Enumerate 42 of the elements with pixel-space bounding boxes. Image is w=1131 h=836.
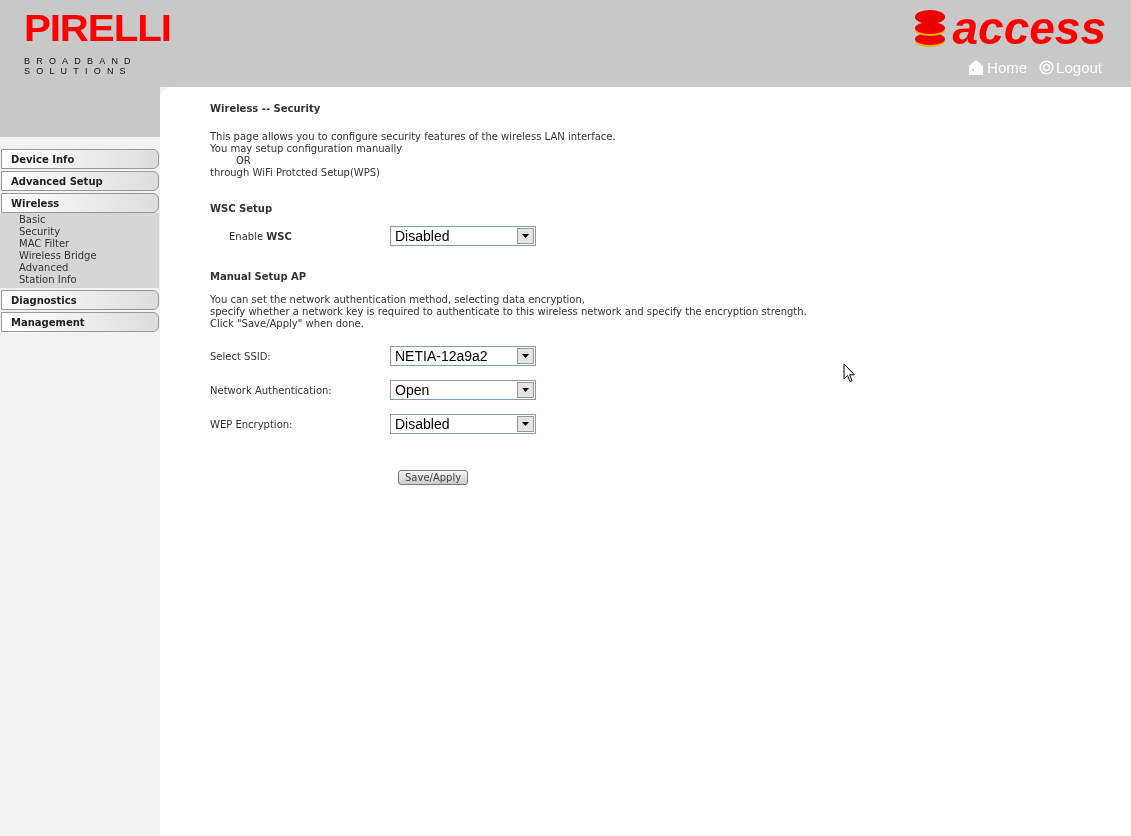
submenu-link[interactable]: MAC Filter bbox=[0, 238, 159, 250]
dropdown-field[interactable]: NETIA-12a9a2 bbox=[390, 346, 536, 366]
section-description: specify whether a network key is required to authenticate to this wireless network and specify the encryption strength. bbox=[210, 306, 808, 318]
section-heading: WSC Setup bbox=[210, 203, 274, 214]
menu-item[interactable]: Wireless bbox=[1, 193, 159, 213]
dropdown-arrow-icon bbox=[522, 422, 529, 426]
dropdown-field[interactable]: Disabled bbox=[390, 414, 536, 434]
submenu-link[interactable]: Wireless Bridge bbox=[0, 250, 159, 262]
submenu-link[interactable]: Security bbox=[0, 226, 159, 238]
product-logo-text: access bbox=[952, 6, 1106, 50]
dropdown-field[interactable]: Disabled bbox=[390, 226, 536, 246]
section-description: You can set the network authentication method, selecting data encryption, bbox=[210, 294, 586, 306]
dropdown-arrow-icon bbox=[522, 388, 529, 392]
brand-logo-text: PIRELLI bbox=[24, 12, 171, 46]
logo-tagline: SOLUTIONS bbox=[24, 66, 133, 76]
section-description: Click "Save/Apply" when done. bbox=[210, 318, 365, 330]
intro-text: through WiFi Protcted Setup(WPS) bbox=[210, 167, 381, 179]
save-apply-button[interactable]: Save/Apply bbox=[398, 470, 469, 485]
field-label: WEP Encryption: bbox=[210, 418, 293, 430]
logo-tagline: BROADBAND bbox=[24, 56, 137, 66]
mouse-pointer-icon bbox=[843, 363, 856, 383]
intro-text: OR bbox=[235, 155, 252, 167]
intro-text: This page allows you to configure security features of the wireless LAN interface. bbox=[210, 131, 617, 143]
field-label: Network Authentication: bbox=[210, 384, 332, 396]
submenu-link[interactable]: Station Info bbox=[0, 274, 159, 286]
menu-item[interactable]: Advanced Setup bbox=[1, 171, 159, 191]
stacked-discs-icon bbox=[912, 8, 947, 48]
section-heading: Manual Setup AP bbox=[210, 271, 308, 282]
page-title: Wireless -- Security bbox=[210, 103, 322, 114]
dropdown-arrow-icon bbox=[522, 354, 529, 358]
power-icon bbox=[1039, 59, 1055, 75]
submenu-link[interactable]: Basic bbox=[0, 214, 159, 226]
dropdown-field[interactable]: Open bbox=[390, 380, 536, 400]
intro-text: You may setup configuration manually bbox=[210, 143, 404, 155]
menu-item[interactable]: Diagnostics bbox=[1, 290, 159, 310]
dropdown-arrow-icon bbox=[522, 234, 529, 238]
field-label: Select SSID: bbox=[210, 350, 271, 362]
house-icon bbox=[967, 58, 986, 76]
field-label: Enable WSC bbox=[228, 230, 292, 242]
submenu-link[interactable]: Advanced bbox=[0, 262, 159, 274]
menu-item[interactable]: Management bbox=[1, 312, 159, 332]
menu-item[interactable]: Device Info bbox=[1, 149, 159, 169]
